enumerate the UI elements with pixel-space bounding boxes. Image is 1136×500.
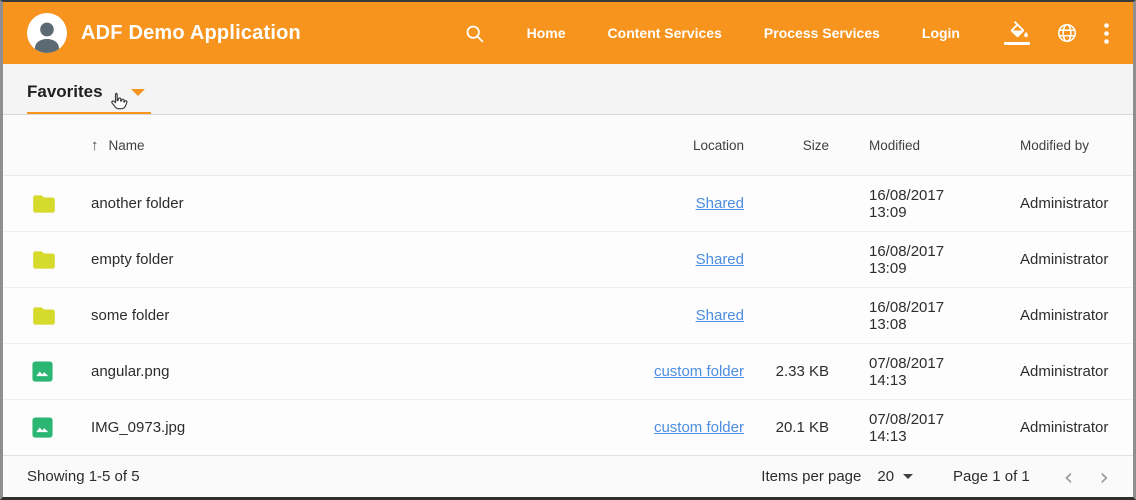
chevron-down-icon (903, 474, 913, 479)
pagination-controls: Items per page 20 Page 1 of 1 ‹ › (761, 465, 1109, 489)
column-header-modified-by[interactable]: Modified by (974, 138, 1105, 153)
column-header-size[interactable]: Size (803, 138, 829, 153)
location-link[interactable]: custom folder (654, 419, 744, 436)
header-nav: Home Content Services Process Services L… (464, 21, 1109, 45)
table-row[interactable]: angular.png custom folder 2.33 KB 07/08/… (3, 344, 1133, 400)
favorites-tab[interactable]: Favorites (27, 70, 151, 114)
favorites-bar: Favorites (3, 64, 1133, 115)
app-title: ADF Demo Application (81, 22, 301, 45)
sort-ascending-icon[interactable]: ↑ (91, 137, 99, 154)
file-name[interactable]: another folder (91, 195, 569, 212)
image-file-icon (31, 416, 91, 439)
more-vertical-icon[interactable] (1104, 23, 1109, 44)
modified-by: Administrator (974, 195, 1105, 212)
next-page-icon[interactable]: › (1099, 465, 1109, 489)
table-row[interactable]: some folder Shared 16/08/2017 13:08 Admi… (3, 288, 1133, 344)
file-size: 20.1 KB (776, 419, 829, 436)
table-row[interactable]: IMG_0973.jpg custom folder 20.1 KB 07/08… (3, 400, 1133, 455)
modified-date: 16/08/2017 13:09 (829, 243, 974, 277)
location-link[interactable]: Shared (696, 251, 744, 268)
modified-date: 16/08/2017 13:09 (829, 187, 974, 221)
modified-date: 16/08/2017 13:08 (829, 299, 974, 333)
previous-page-icon[interactable]: ‹ (1064, 465, 1074, 489)
app-header: ADF Demo Application Home Content Servic… (3, 2, 1133, 64)
items-per-page-select[interactable]: 20 (877, 468, 913, 485)
file-name[interactable]: IMG_0973.jpg (91, 419, 569, 436)
folder-icon (31, 247, 91, 273)
color-fill-underline (1004, 42, 1030, 45)
table-header-row: ↑ Name Location Size Modified Modified b… (3, 115, 1133, 176)
modified-by: Administrator (974, 251, 1105, 268)
showing-count-label: Showing 1-5 of 5 (27, 468, 140, 485)
nav-content-services[interactable]: Content Services (608, 25, 722, 41)
column-header-name[interactable]: ↑ Name (91, 137, 569, 154)
search-icon[interactable] (464, 23, 485, 44)
color-fill-icon[interactable] (1004, 21, 1030, 45)
modified-by: Administrator (974, 307, 1105, 324)
column-header-modified[interactable]: Modified (829, 138, 974, 153)
header-icon-group (1004, 21, 1109, 45)
modified-date: 07/08/2017 14:13 (829, 411, 974, 445)
location-link[interactable]: Shared (696, 307, 744, 324)
person-icon (30, 19, 64, 53)
image-file-icon (31, 360, 91, 383)
modified-by: Administrator (974, 363, 1105, 380)
pagination-footer: Showing 1-5 of 5 Items per page 20 Page … (3, 455, 1133, 497)
favorites-label: Favorites (27, 82, 103, 102)
file-name[interactable]: empty folder (91, 251, 569, 268)
table-row[interactable]: another folder Shared 16/08/2017 13:09 A… (3, 176, 1133, 232)
nav-login[interactable]: Login (922, 25, 960, 41)
modified-by: Administrator (974, 419, 1105, 436)
items-per-page-value: 20 (877, 468, 894, 485)
table-body: another folder Shared 16/08/2017 13:09 A… (3, 176, 1133, 455)
file-name[interactable]: angular.png (91, 363, 569, 380)
file-name[interactable]: some folder (91, 307, 569, 324)
language-globe-icon[interactable] (1056, 22, 1078, 44)
nav-home[interactable]: Home (527, 25, 566, 41)
nav-process-services[interactable]: Process Services (764, 25, 880, 41)
page-indicator: Page 1 of 1 (953, 468, 1030, 485)
location-link[interactable]: Shared (696, 195, 744, 212)
folder-icon (31, 303, 91, 329)
folder-icon (31, 191, 91, 217)
items-per-page-label: Items per page (761, 468, 861, 485)
column-header-location[interactable]: Location (693, 138, 744, 153)
app-window: ADF Demo Application Home Content Servic… (0, 0, 1136, 500)
table-row[interactable]: empty folder Shared 16/08/2017 13:09 Adm… (3, 232, 1133, 288)
file-size: 2.33 KB (776, 363, 829, 380)
chevron-down-icon[interactable] (131, 89, 145, 96)
modified-date: 07/08/2017 14:13 (829, 355, 974, 389)
location-link[interactable]: custom folder (654, 363, 744, 380)
user-avatar-icon[interactable] (27, 13, 67, 53)
